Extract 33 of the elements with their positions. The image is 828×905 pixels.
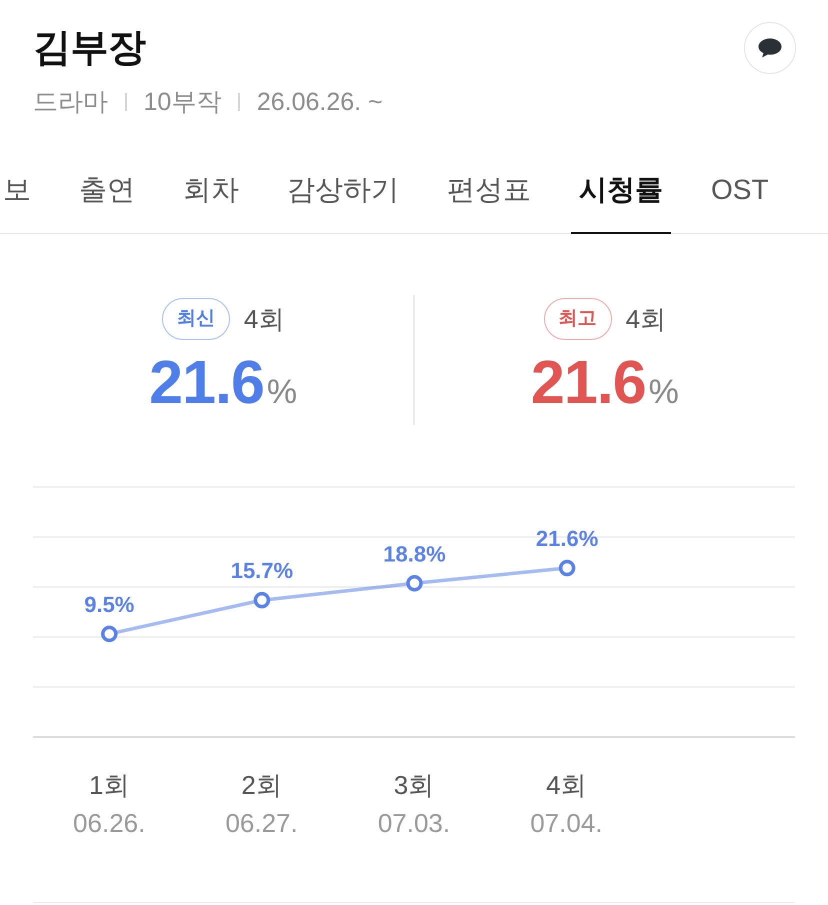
x-axis-label: 4회 — [546, 769, 587, 802]
x-axis-label: 3회 — [394, 769, 434, 802]
speech-bubble-icon — [758, 38, 782, 58]
episode-date: 06.27. — [225, 807, 298, 840]
meta-info: 드라마 — [33, 87, 108, 118]
x-axis-label: 1회 — [88, 769, 130, 802]
nav-tab[interactable]: OST — [703, 163, 777, 234]
drama-title: 김부장 — [33, 26, 146, 71]
nav-tab[interactable]: 시청률 — [571, 163, 671, 234]
meta-info: 10부작 — [144, 87, 222, 118]
data-label: 21.6% — [536, 526, 598, 552]
meta-info: 26.06.26. ~ — [256, 87, 383, 118]
rating-badge: 최신 — [162, 298, 230, 340]
nav-tab[interactable]: 출연 — [71, 163, 143, 234]
nav-tab[interactable]: 편성표 — [439, 163, 539, 234]
rating-value: 21.6 — [149, 350, 264, 414]
rating-badge: 최고 — [544, 298, 612, 340]
nav-tab[interactable]: 감상하기 — [279, 163, 407, 234]
x-axis-label: 2회 — [241, 769, 282, 802]
nav-tab[interactable]: 회차 — [175, 163, 247, 234]
episode-label: 4회 — [244, 303, 284, 336]
data-label: 9.5% — [84, 592, 134, 617]
episode-date: 07.03. — [378, 807, 450, 840]
data-label: 15.7% — [230, 558, 294, 584]
episode-date: 06.26. — [73, 807, 146, 840]
episode-date: 07.04. — [530, 807, 603, 840]
comment-button[interactable] — [744, 22, 796, 74]
percent-unit: % — [266, 372, 298, 412]
nav-tab[interactable]: 보 — [0, 163, 39, 234]
episode-label: 4회 — [626, 303, 666, 336]
rating-value: 21.6 — [530, 350, 646, 414]
percent-unit: % — [648, 372, 679, 412]
data-label: 18.8% — [383, 541, 446, 566]
